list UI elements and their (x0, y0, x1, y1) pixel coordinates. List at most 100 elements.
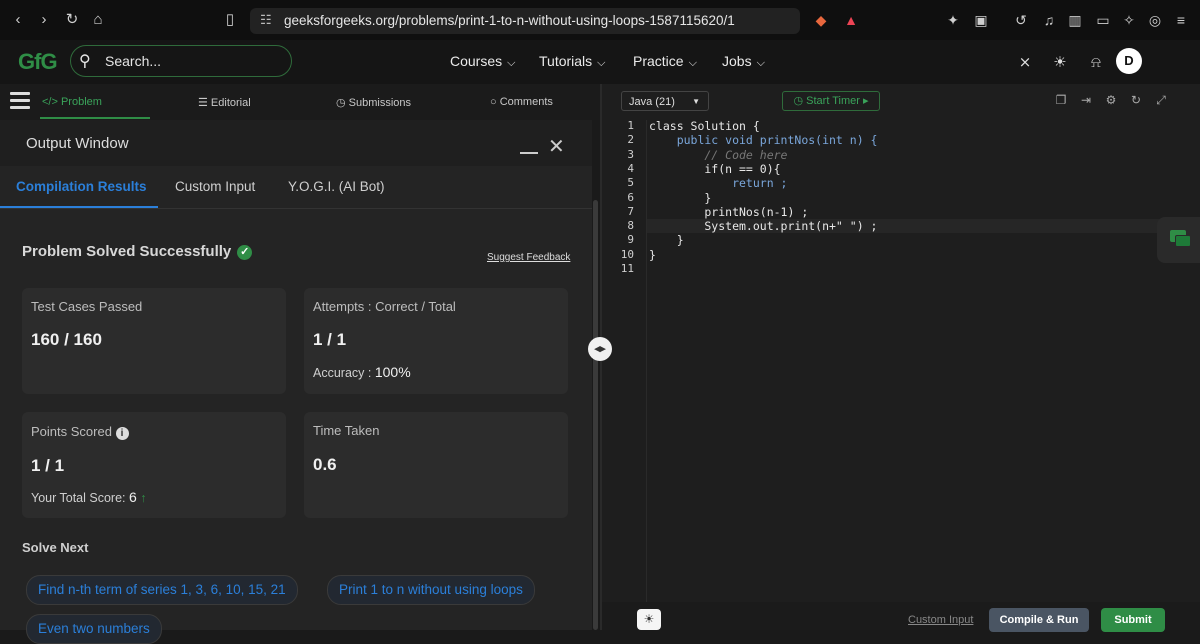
nav-label: Jobs (722, 53, 752, 69)
back-icon[interactable]: ‹ (8, 10, 28, 30)
extensions-icon[interactable]: ✦ (944, 11, 962, 29)
search-icon: ⚲ (79, 53, 91, 70)
tab-custom-input[interactable]: Custom Input (175, 179, 255, 194)
custom-input-link[interactable]: Custom Input (908, 614, 973, 626)
nav-tutorials[interactable]: Tutorials ⌵ (539, 53, 606, 70)
accuracy-value: 100% (374, 364, 411, 380)
close-icon[interactable]: ✕ (548, 134, 565, 159)
bookmark-icon[interactable]: ▯ (220, 10, 240, 30)
tab-label: Editorial (210, 97, 251, 109)
brave-rewards-icon[interactable]: ▲ (842, 11, 860, 29)
reload-icon[interactable]: ↻ (62, 10, 82, 30)
solve-next-title: Solve Next (22, 540, 89, 555)
avatar[interactable]: D (1116, 48, 1142, 74)
points-label-text: Points Scored (31, 424, 112, 439)
line-number: 2 (627, 133, 634, 147)
tab-yogi-ai-bot[interactable]: Y.O.G.I. (AI Bot) (288, 179, 385, 194)
tab-label: Comments (499, 96, 553, 108)
chevron-down-icon: ▼ (692, 97, 700, 106)
fullscreen-icon[interactable]: ⤢ (1153, 92, 1169, 108)
code-line: class Solution { (649, 119, 760, 133)
tab-compilation-results[interactable]: Compilation Results (16, 179, 147, 194)
tab-label: Submissions (348, 97, 412, 109)
copy-icon[interactable]: ❐ (1053, 92, 1069, 108)
brave-shield-icon[interactable]: ◆ (812, 11, 830, 29)
code-line: public void printNos(int n) { (649, 133, 878, 148)
settings-icon[interactable]: ⚙ (1103, 92, 1119, 108)
scrollbar-thumb[interactable] (593, 200, 598, 630)
translate-icon[interactable]: ⨯ (1014, 52, 1036, 74)
gfg-logo[interactable]: GfG (18, 49, 58, 75)
sidebar-icon[interactable]: ▥ (1066, 11, 1084, 29)
attempts-value: 1 / 1 (313, 330, 347, 349)
tab-comments[interactable]: ○ Comments (490, 96, 553, 108)
home-icon[interactable]: ⌂ (88, 10, 108, 30)
start-timer-button[interactable]: ◷ Start Timer ▸ (782, 91, 880, 111)
compile-run-button[interactable]: Compile & Run (989, 608, 1089, 632)
line-number: 6 (627, 190, 634, 204)
play-icon: ▸ (863, 95, 869, 107)
solve-next-chip[interactable]: Even two numbers (26, 614, 162, 644)
lightbulb-icon[interactable]: ☀ (637, 609, 661, 630)
line-number: 8 (627, 219, 634, 233)
language-select[interactable]: Java (21) ▼ (621, 91, 709, 111)
nav-label: Courses (450, 53, 503, 69)
theme-toggle-icon[interactable]: ☀ (1049, 52, 1071, 74)
notification-bell-icon[interactable]: ⍾ (1085, 52, 1107, 74)
reset-icon[interactable]: ↻ (1128, 92, 1144, 108)
points-value: 1 / 1 (31, 456, 65, 475)
vpn-icon[interactable]: ◎ (1146, 11, 1164, 29)
address-bar[interactable]: ☷ geeksforgeeks.org/problems/print-1-to-… (250, 8, 800, 34)
info-icon[interactable]: i (115, 427, 129, 440)
code-line: } (649, 247, 656, 262)
total-score-label: Your Total Score: (31, 491, 126, 505)
nav-courses[interactable]: Courses ⌵ (450, 53, 515, 70)
submit-button[interactable]: Submit (1101, 608, 1165, 632)
language-label: Java (21) (629, 96, 675, 108)
sync-icon[interactable]: ↺ (1012, 11, 1030, 29)
chevron-down-icon: ⌵ (688, 57, 697, 69)
test-cases-value: 160 / 160 (31, 330, 102, 349)
chat-icon-back (1175, 235, 1191, 247)
nav-jobs[interactable]: Jobs ⌵ (722, 53, 765, 70)
line-number: 3 (627, 147, 634, 161)
search-placeholder: Search... (105, 53, 162, 69)
chat-button[interactable] (1157, 217, 1200, 263)
export-icon[interactable]: ⇥ (1078, 92, 1094, 108)
tab-problem[interactable]: </> Problem (42, 96, 102, 108)
tab-submissions[interactable]: ◷ Submissions (336, 96, 411, 109)
code-line: return ; (649, 176, 788, 191)
screenshot-icon[interactable]: ▣ (972, 11, 990, 29)
chevron-down-icon: ⌵ (507, 57, 516, 69)
forward-icon[interactable]: › (34, 10, 54, 30)
points-label: Points Scored i (31, 424, 129, 440)
site-info-icon[interactable]: ☷ (260, 12, 272, 28)
tab-label: Problem (60, 96, 102, 108)
line-number: 1 (627, 119, 634, 132)
status-text: Problem Solved Successfully (22, 243, 232, 260)
total-score-value: 6 (129, 489, 137, 505)
chevron-down-icon: ⌵ (597, 57, 606, 69)
suggest-feedback-link[interactable]: Suggest Feedback (487, 252, 570, 263)
nav-practice[interactable]: Practice ⌵ (633, 53, 697, 70)
music-icon[interactable]: ♫ (1040, 11, 1058, 29)
menu-icon[interactable]: ≡ (1172, 11, 1190, 29)
minimize-icon[interactable] (520, 140, 538, 154)
accuracy-row: Accuracy : 100% (313, 364, 411, 380)
line-number: 5 (627, 176, 634, 190)
accuracy-label: Accuracy : (313, 366, 372, 380)
resize-handle-icon[interactable]: ◂▸ (588, 337, 612, 361)
line-number: 7 (627, 204, 634, 218)
tab-editorial[interactable]: ☰ Editorial (198, 96, 251, 109)
solve-next-chip[interactable]: Print 1 to n without using loops (327, 575, 535, 605)
active-tab-indicator (0, 206, 158, 208)
clock-icon: ◷ (793, 95, 804, 107)
leo-ai-icon[interactable]: ✧ (1120, 11, 1138, 29)
wallet-icon[interactable]: ▭ (1094, 11, 1112, 29)
hamburger-menu-icon[interactable] (10, 92, 30, 110)
solve-next-chip[interactable]: Find n-th term of series 1, 3, 6, 10, 15… (26, 575, 298, 605)
line-number: 10 (620, 247, 634, 261)
search-input[interactable]: ⚲ Search... (70, 45, 292, 77)
time-value: 0.6 (313, 455, 337, 474)
output-window-title: Output Window (26, 135, 129, 152)
